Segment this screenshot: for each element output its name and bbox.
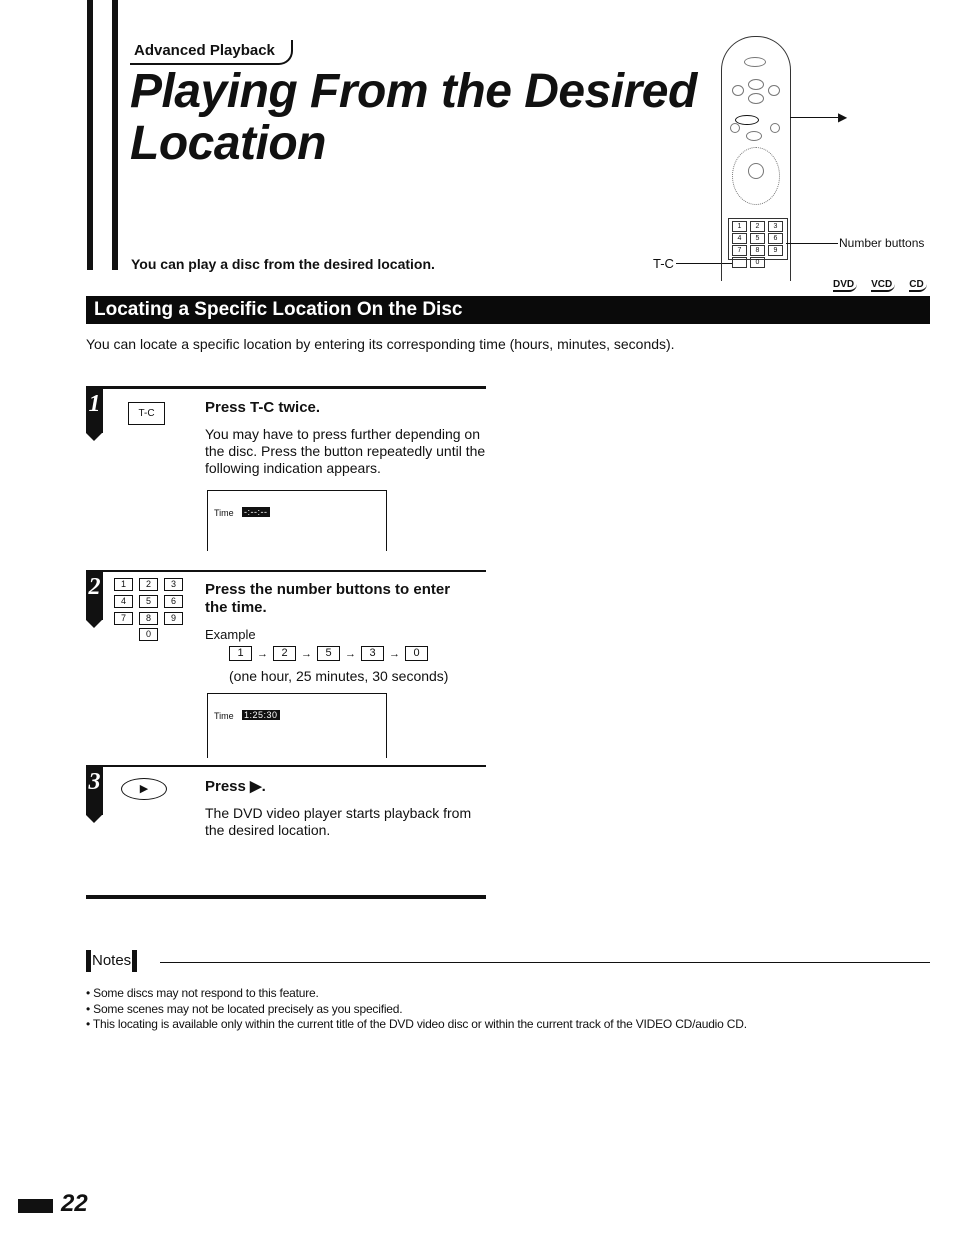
remote-button-icon xyxy=(770,123,780,133)
page-number-bar xyxy=(18,1199,53,1213)
page-title: Playing From the Desired Location xyxy=(130,66,697,170)
osd-time-value: -:--:-- xyxy=(242,507,270,517)
remote-key: 3 xyxy=(768,221,783,232)
steps-end-rule xyxy=(86,895,486,899)
step-1-title: Press T-C twice. xyxy=(205,399,321,416)
decorative-bar-right xyxy=(112,0,118,270)
step-3-number: 3 xyxy=(86,767,103,823)
number-key: 0 xyxy=(139,628,158,641)
step-2-number: 2 xyxy=(86,572,103,628)
disc-badge-vcd: VCD xyxy=(871,279,896,292)
sequence-key: 3 xyxy=(361,646,384,661)
number-key: 4 xyxy=(114,595,133,608)
remote-key: 2 xyxy=(750,221,765,232)
remote-numpad-illustration: 1 2 3 4 5 6 7 8 9 0 xyxy=(728,218,788,268)
step-2-title: Press the number buttons to enter the ti… xyxy=(205,581,450,617)
remote-jog-dial-icon xyxy=(732,147,780,205)
step-2-title-line1: Press the number buttons to enter xyxy=(205,581,451,598)
step-2-sequence-note: (one hour, 25 minutes, 30 seconds) xyxy=(229,668,449,684)
sequence-key: 5 xyxy=(317,646,340,661)
play-callout-icon: ▶ xyxy=(838,110,848,124)
arrow-right-icon: → xyxy=(257,647,268,660)
number-key: 7 xyxy=(114,612,133,625)
arrow-right-icon: → xyxy=(389,647,400,660)
note-item: • This locating is available only within… xyxy=(86,1017,747,1031)
page-title-line1: Playing From the Desired xyxy=(130,65,697,118)
number-key: 6 xyxy=(164,595,183,608)
remote-key: 8 xyxy=(750,245,765,256)
step-3-body: The DVD video player starts playback fro… xyxy=(205,805,472,838)
page-number: 22 xyxy=(61,1190,88,1217)
sequence-key: 1 xyxy=(229,646,252,661)
decorative-bar-left xyxy=(87,0,93,270)
remote-key: 4 xyxy=(732,233,747,244)
remote-down-icon xyxy=(748,93,764,104)
play-callout-line xyxy=(790,117,838,118)
number-key: 1 xyxy=(114,578,133,591)
remote-key: 6 xyxy=(768,233,783,244)
remote-button-icon xyxy=(744,57,766,67)
osd-time-value: 1:25:30 xyxy=(242,710,280,720)
note-item: • Some discs may not respond to this fea… xyxy=(86,986,319,1000)
section-intro: You can locate a specific location by en… xyxy=(86,336,675,352)
remote-play-button-icon xyxy=(735,115,759,125)
number-key: 2 xyxy=(139,578,158,591)
remote-tc-key xyxy=(732,257,747,268)
step-2-example-label: Example xyxy=(205,627,256,642)
example-key-sequence: 1 → 2 → 5 → 3 → 0 xyxy=(229,646,428,661)
disc-badge-dvd: DVD xyxy=(833,279,858,292)
step-1-rule xyxy=(86,386,486,389)
osd-time-label: Time xyxy=(214,508,234,518)
section-tag: Advanced Playback xyxy=(130,40,293,65)
remote-stop-icon xyxy=(746,131,762,141)
step-3-rule xyxy=(86,765,486,767)
number-key: 8 xyxy=(139,612,158,625)
remote-button-icon xyxy=(730,123,740,133)
remote-key: 1 xyxy=(732,221,747,232)
step-2-title-line2: the time. xyxy=(205,599,267,616)
step-2-rule xyxy=(86,570,486,572)
disc-type-badges: DVD VCD CD xyxy=(833,279,927,292)
number-buttons-label: Number buttons xyxy=(839,236,925,250)
osd-time-label: Time xyxy=(214,711,234,721)
remote-key: 5 xyxy=(750,233,765,244)
step-1-osd-display: Time -:--:-- xyxy=(207,490,387,551)
number-key: 9 xyxy=(164,612,183,625)
page-subtitle: You can play a disc from the desired loc… xyxy=(131,256,435,272)
remote-key: 9 xyxy=(768,245,783,256)
sequence-key: 2 xyxy=(273,646,296,661)
remote-right-icon xyxy=(768,85,780,96)
notes-label: Notes xyxy=(86,950,138,972)
step-2-osd-display: Time 1:25:30 xyxy=(207,693,387,758)
step-3-title: Press ▶. xyxy=(205,778,266,795)
remote-up-icon xyxy=(748,79,764,90)
notes-list: • Some discs may not respond to this fea… xyxy=(86,986,747,1033)
section-heading: Locating a Specific Location On the Disc xyxy=(86,296,930,324)
step-1-number: 1 xyxy=(86,389,103,441)
number-key: 5 xyxy=(139,595,158,608)
remote-key: 0 xyxy=(750,257,765,268)
remote-left-icon xyxy=(732,85,744,96)
disc-badge-cd: CD xyxy=(909,279,927,292)
arrow-right-icon: → xyxy=(345,647,356,660)
number-key: 3 xyxy=(164,578,183,591)
page-title-line2: Location xyxy=(130,117,326,170)
step-1-body: You may have to press further depending … xyxy=(205,426,486,476)
tc-button-icon: T-C xyxy=(128,402,165,425)
notes-divider xyxy=(160,962,930,963)
tc-callout-label: T-C xyxy=(653,256,674,271)
note-item: • Some scenes may not be located precise… xyxy=(86,1001,403,1016)
sequence-key: 0 xyxy=(405,646,428,661)
remote-key: 7 xyxy=(732,245,747,256)
play-button-icon: ▶ xyxy=(121,778,167,800)
arrow-right-icon: → xyxy=(301,647,312,660)
number-buttons-callout-line xyxy=(786,243,838,244)
